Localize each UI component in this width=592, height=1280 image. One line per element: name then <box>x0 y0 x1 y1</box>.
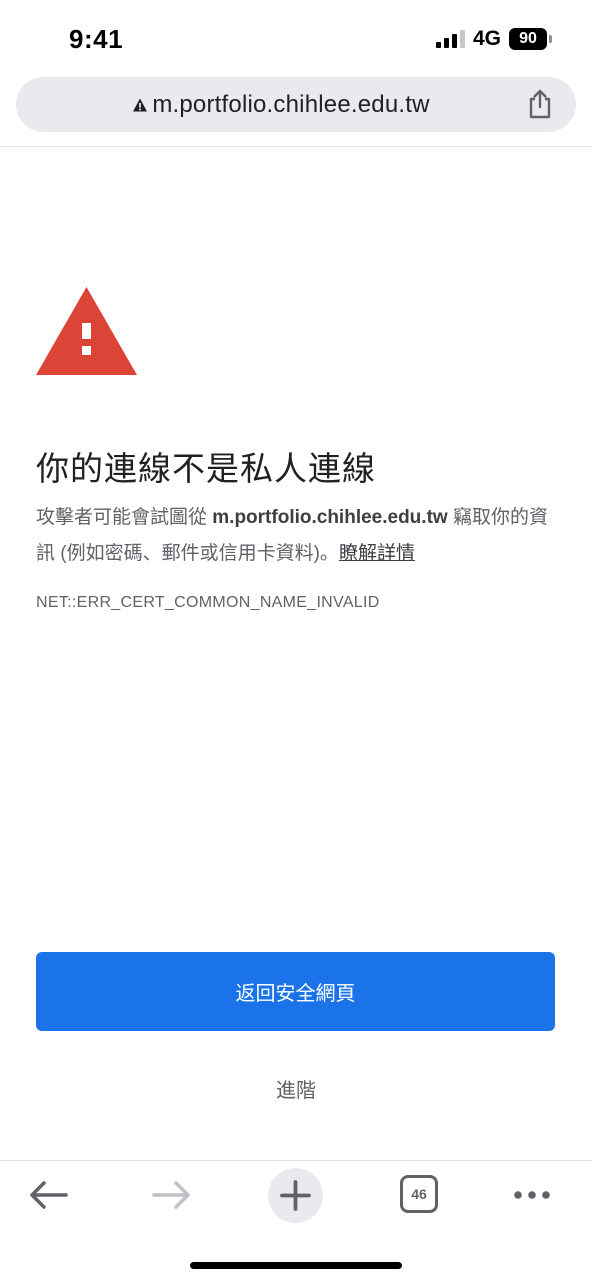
address-bar[interactable]: m.portfolio.chihlee.edu.tw <box>16 77 576 132</box>
back-to-safety-button[interactable]: 返回安全網頁 <box>36 952 555 1031</box>
desc-host: m.portfolio.chihlee.edu.tw <box>212 507 448 528</box>
red-warning-triangle-icon <box>36 287 137 375</box>
network-type: 4G <box>472 27 501 50</box>
learn-more-link[interactable]: 瞭解詳情 <box>339 543 415 564</box>
warning-triangle-icon[interactable] <box>132 97 148 113</box>
battery-icon: 90 <box>509 28 552 50</box>
advanced-button[interactable]: 進階 <box>0 1070 592 1110</box>
new-tab-button[interactable] <box>268 1168 323 1223</box>
bottom-toolbar: 46 <box>0 1161 592 1241</box>
battery-level: 90 <box>509 28 547 50</box>
url-text[interactable]: m.portfolio.chihlee.edu.tw <box>152 91 429 119</box>
desc-before: 攻擊者可能會試圖從 <box>36 507 213 528</box>
more-dots-icon[interactable] <box>512 1183 552 1207</box>
error-code: NET::ERR_CERT_COMMON_NAME_INVALID <box>36 594 380 611</box>
signal-icon <box>435 30 465 48</box>
share-icon[interactable] <box>526 88 554 120</box>
address-bar-divider <box>0 146 592 147</box>
forward-arrow-icon[interactable] <box>150 1177 194 1213</box>
back-arrow-icon[interactable] <box>26 1177 70 1213</box>
plus-icon <box>280 1180 311 1211</box>
page-title: 你的連線不是私人連線 <box>36 449 376 488</box>
tab-count: 46 <box>411 1186 427 1202</box>
warning-description: 攻擊者可能會試圖從 m.portfolio.chihlee.edu.tw 竊取你… <box>36 500 556 572</box>
tab-switcher-button[interactable]: 46 <box>400 1175 438 1213</box>
status-time: 9:41 <box>69 24 124 54</box>
status-bar: 9:41 4G 90 <box>0 0 592 72</box>
status-indicators: 4G 90 <box>435 26 552 52</box>
home-indicator[interactable] <box>190 1262 402 1269</box>
